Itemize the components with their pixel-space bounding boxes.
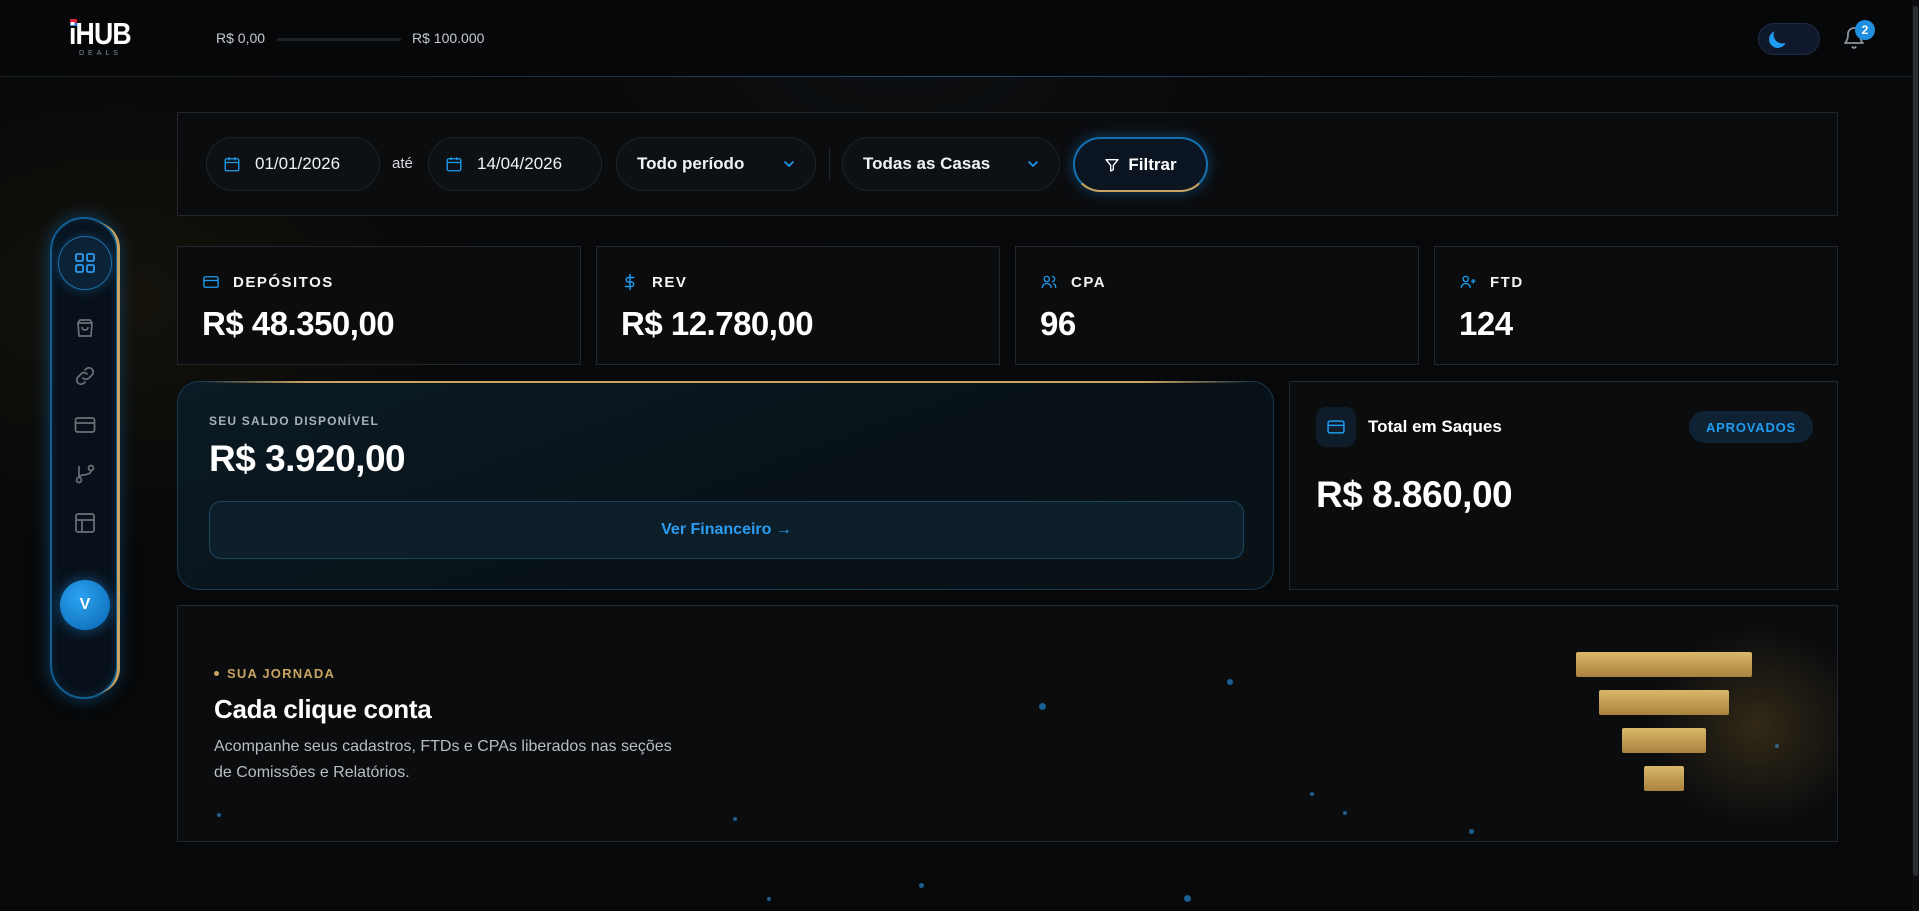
withdrawals-value: R$ 8.860,00	[1316, 474, 1513, 515]
date-separator: até	[392, 155, 413, 172]
decor-dot	[733, 817, 737, 821]
decor-dot	[1343, 811, 1347, 815]
filter-icon	[1105, 158, 1120, 172]
calendar-icon	[446, 157, 462, 172]
credit-card-icon	[203, 276, 219, 288]
stat-card-deposits: DEPÓSITOS R$ 48.350,00	[177, 246, 581, 365]
balance-card: SEU SALDO DISPONÍVEL R$ 3.920,00 Ver Fin…	[177, 381, 1274, 590]
stat-value: 96	[1040, 305, 1076, 342]
header-divider	[300, 76, 1600, 77]
sidebar-item-dashboard[interactable]	[58, 236, 112, 290]
stat-card-ftd: FTD 124	[1434, 246, 1838, 365]
stat-value: R$ 12.780,00	[621, 305, 814, 342]
balance-value: R$ 3.920,00	[209, 438, 406, 479]
theme-toggle[interactable]	[1758, 23, 1820, 55]
stat-card-cpa: CPA 96	[1015, 246, 1419, 365]
top-header: iHUB DEALS R$ 0,00 R$ 100.000 2	[0, 0, 1919, 77]
balance-card-gold-edge	[200, 381, 1251, 383]
shopping-bag-icon	[77, 319, 93, 337]
date-from-value: 01/01/2026	[255, 154, 341, 173]
stat-label: CPA	[1071, 274, 1107, 291]
decor-dot	[1469, 829, 1474, 834]
page-scrollbar-thumb[interactable]	[1913, 6, 1918, 876]
decor-dot	[919, 883, 924, 888]
logo-subtext: DEALS	[79, 50, 122, 57]
status-badge: APROVADOS	[1689, 411, 1813, 443]
credit-card-icon	[1327, 420, 1345, 434]
withdrawals-card: Total em Saques APROVADOS R$ 8.860,00	[1289, 381, 1838, 590]
filter-button-label: Filtrar	[1128, 154, 1177, 174]
houses-select-value: Todas as Casas	[863, 154, 991, 173]
journey-title: Cada clique conta	[214, 694, 432, 724]
journey-eyebrow-label: SUA JORNADA	[227, 666, 336, 681]
dollar-icon	[624, 273, 635, 291]
date-from-field[interactable]: 01/01/2026	[206, 137, 380, 191]
sidebar-item-links[interactable]	[70, 361, 100, 391]
user-avatar[interactable]: V	[60, 580, 110, 630]
funnel-bar	[1599, 690, 1729, 715]
filter-button[interactable]: Filtrar	[1073, 137, 1208, 192]
stat-label: REV	[652, 274, 688, 291]
notifications-count-badge: 2	[1855, 20, 1875, 40]
withdrawals-icon-box	[1316, 407, 1356, 447]
decor-dot	[1227, 679, 1233, 685]
stat-card-rev: REV R$ 12.780,00	[596, 246, 1000, 365]
sidebar-item-payments[interactable]	[70, 410, 100, 440]
chevron-down-icon	[1028, 161, 1038, 168]
view-financial-button[interactable]: Ver Financeiro →	[209, 501, 1244, 559]
chevron-down-icon	[784, 161, 794, 168]
range-min-label: R$ 0,00	[216, 30, 266, 46]
decor-dot	[767, 897, 771, 901]
journey-card: SUA JORNADA Cada clique conta Acompanhe …	[177, 605, 1838, 842]
houses-select[interactable]: Todas as Casas	[842, 137, 1060, 191]
logo[interactable]: iHUB DEALS	[69, 18, 135, 58]
funnel-bar	[1644, 766, 1684, 791]
stat-value: 124	[1459, 305, 1513, 342]
balance-label: SEU SALDO DISPONÍVEL	[209, 414, 380, 428]
sidebar-item-network[interactable]	[70, 459, 100, 489]
journey-description: Acompanhe seus cadastros, FTDs e CPAs li…	[214, 738, 672, 781]
value-range-slider[interactable]	[277, 38, 401, 41]
link-icon	[75, 366, 95, 386]
decor-dot	[1310, 792, 1314, 796]
credit-card-icon	[74, 417, 96, 433]
period-select-value: Todo período	[637, 154, 745, 173]
git-branch-icon	[75, 464, 95, 484]
users-icon	[1041, 275, 1057, 289]
calendar-icon	[224, 157, 240, 172]
logo-text: iHUB	[69, 16, 132, 51]
dashboard-grid-icon	[75, 253, 95, 273]
moon-icon	[1769, 31, 1786, 48]
withdrawals-title: Total em Saques	[1368, 417, 1502, 436]
period-select[interactable]: Todo período	[616, 137, 816, 191]
stat-value: R$ 48.350,00	[202, 305, 395, 342]
range-max-label: R$ 100.000	[412, 30, 485, 46]
funnel-bar	[1622, 728, 1706, 753]
funnel-bar	[1576, 652, 1752, 677]
sidebar-item-reports[interactable]	[70, 508, 100, 538]
stat-label: DEPÓSITOS	[233, 274, 334, 291]
filter-divider	[829, 148, 830, 180]
decor-dot	[1039, 703, 1046, 710]
sidebar-item-shop[interactable]	[70, 313, 100, 343]
decor-dot	[217, 813, 221, 817]
decor-dot	[1184, 895, 1191, 902]
user-plus-icon	[1460, 275, 1476, 289]
eyebrow-dot	[214, 671, 219, 676]
layout-icon	[75, 513, 95, 533]
journey-eyebrow: SUA JORNADA	[214, 666, 335, 681]
date-to-value: 14/04/2026	[477, 154, 563, 173]
stat-label: FTD	[1490, 274, 1524, 291]
date-to-field[interactable]: 14/04/2026	[428, 137, 602, 191]
